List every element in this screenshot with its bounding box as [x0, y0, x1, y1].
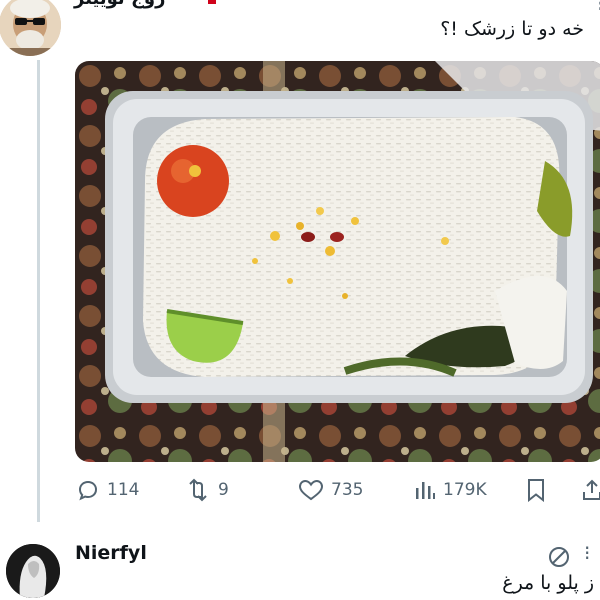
reply-count: 114: [107, 480, 140, 500]
like-button[interactable]: 735: [298, 478, 363, 502]
reply-icon: [78, 480, 98, 501]
food-photo: [75, 61, 600, 462]
avatar-silhouette-icon: [6, 544, 60, 598]
tweet-actions: 114 9 735 179K: [0, 478, 600, 508]
views-icon: [416, 482, 435, 499]
retweet-button[interactable]: 9: [185, 478, 229, 502]
reply-avatar[interactable]: [6, 544, 60, 598]
reply-button[interactable]: 114: [76, 478, 139, 502]
avatar-portrait-icon: [0, 0, 61, 56]
reply-author-name[interactable]: Nierfyl: [75, 542, 147, 564]
share-icon: [583, 479, 600, 500]
share-button[interactable]: [580, 478, 600, 502]
bookmark-icon: [528, 479, 544, 502]
retweet-count: 9: [218, 480, 229, 500]
reply-more-options-icon[interactable]: ⁝: [584, 541, 590, 565]
thread-line: [37, 60, 40, 522]
views-count: 179K: [443, 480, 487, 500]
avatar[interactable]: [0, 0, 61, 56]
author-name[interactable]: زوج توییتر: [74, 0, 166, 9]
reply-text: ز پلو با مرغ: [502, 572, 594, 594]
no-entry-icon[interactable]: [546, 544, 572, 574]
views-button[interactable]: 179K: [414, 478, 487, 502]
tweet-image[interactable]: [75, 61, 600, 462]
retweet-icon: [189, 478, 207, 502]
bookmark-button[interactable]: [525, 478, 547, 502]
tweet-text: خه دو تا زرشک !؟: [440, 18, 584, 40]
verified-badge: [208, 0, 216, 4]
heart-icon: [298, 479, 324, 501]
like-count: 735: [331, 480, 364, 500]
